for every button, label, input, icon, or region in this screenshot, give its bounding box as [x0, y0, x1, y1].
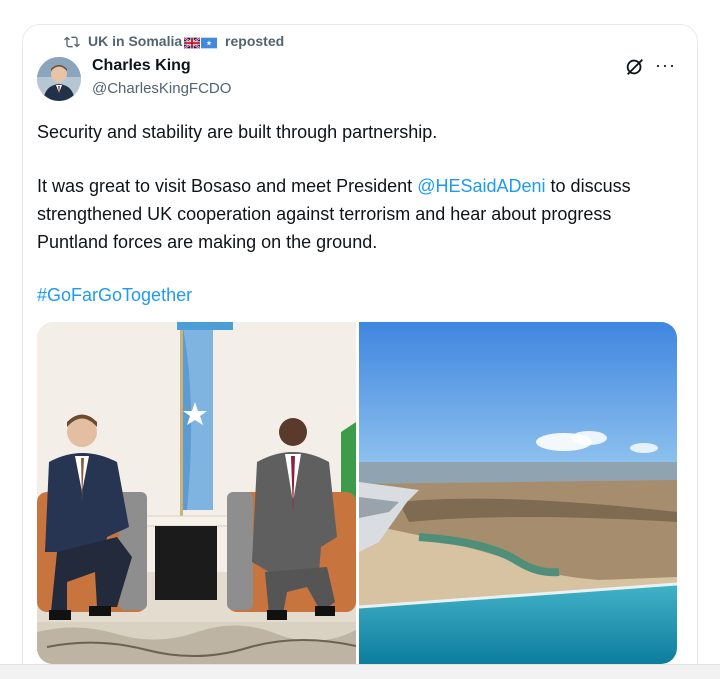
mention-link[interactable]: @HESaidADeni: [417, 176, 545, 196]
grok-icon[interactable]: [624, 56, 646, 78]
more-options-icon[interactable]: ···: [655, 56, 677, 78]
tweet-paragraph-2: It was great to visit Bosaso and meet Pr…: [37, 172, 677, 256]
repost-label: reposted: [225, 33, 285, 50]
meeting-photo[interactable]: [37, 322, 356, 664]
repost-indicator: UK in Somalia reposted: [64, 33, 284, 51]
author-handle[interactable]: @CharlesKingFCDO: [92, 80, 231, 97]
uk-flag-icon: [184, 36, 201, 49]
media-grid[interactable]: [37, 322, 677, 664]
author-avatar[interactable]: [37, 57, 81, 101]
author-name[interactable]: Charles King: [92, 57, 191, 75]
hashtag-line: #GoFarGoTogether: [37, 281, 677, 309]
repost-icon: [64, 36, 80, 48]
tweet-line-1: Security and stability are built through…: [37, 122, 438, 142]
hashtag-link[interactable]: #GoFarGoTogether: [37, 285, 192, 305]
tweet-text-segment: It was great to visit Bosaso and meet Pr…: [37, 176, 418, 196]
bottom-divider: [0, 664, 720, 679]
repost-account-name[interactable]: UK in Somalia: [88, 33, 182, 49]
aerial-coast-photo[interactable]: [359, 322, 677, 664]
somalia-flag-icon: [201, 37, 218, 48]
